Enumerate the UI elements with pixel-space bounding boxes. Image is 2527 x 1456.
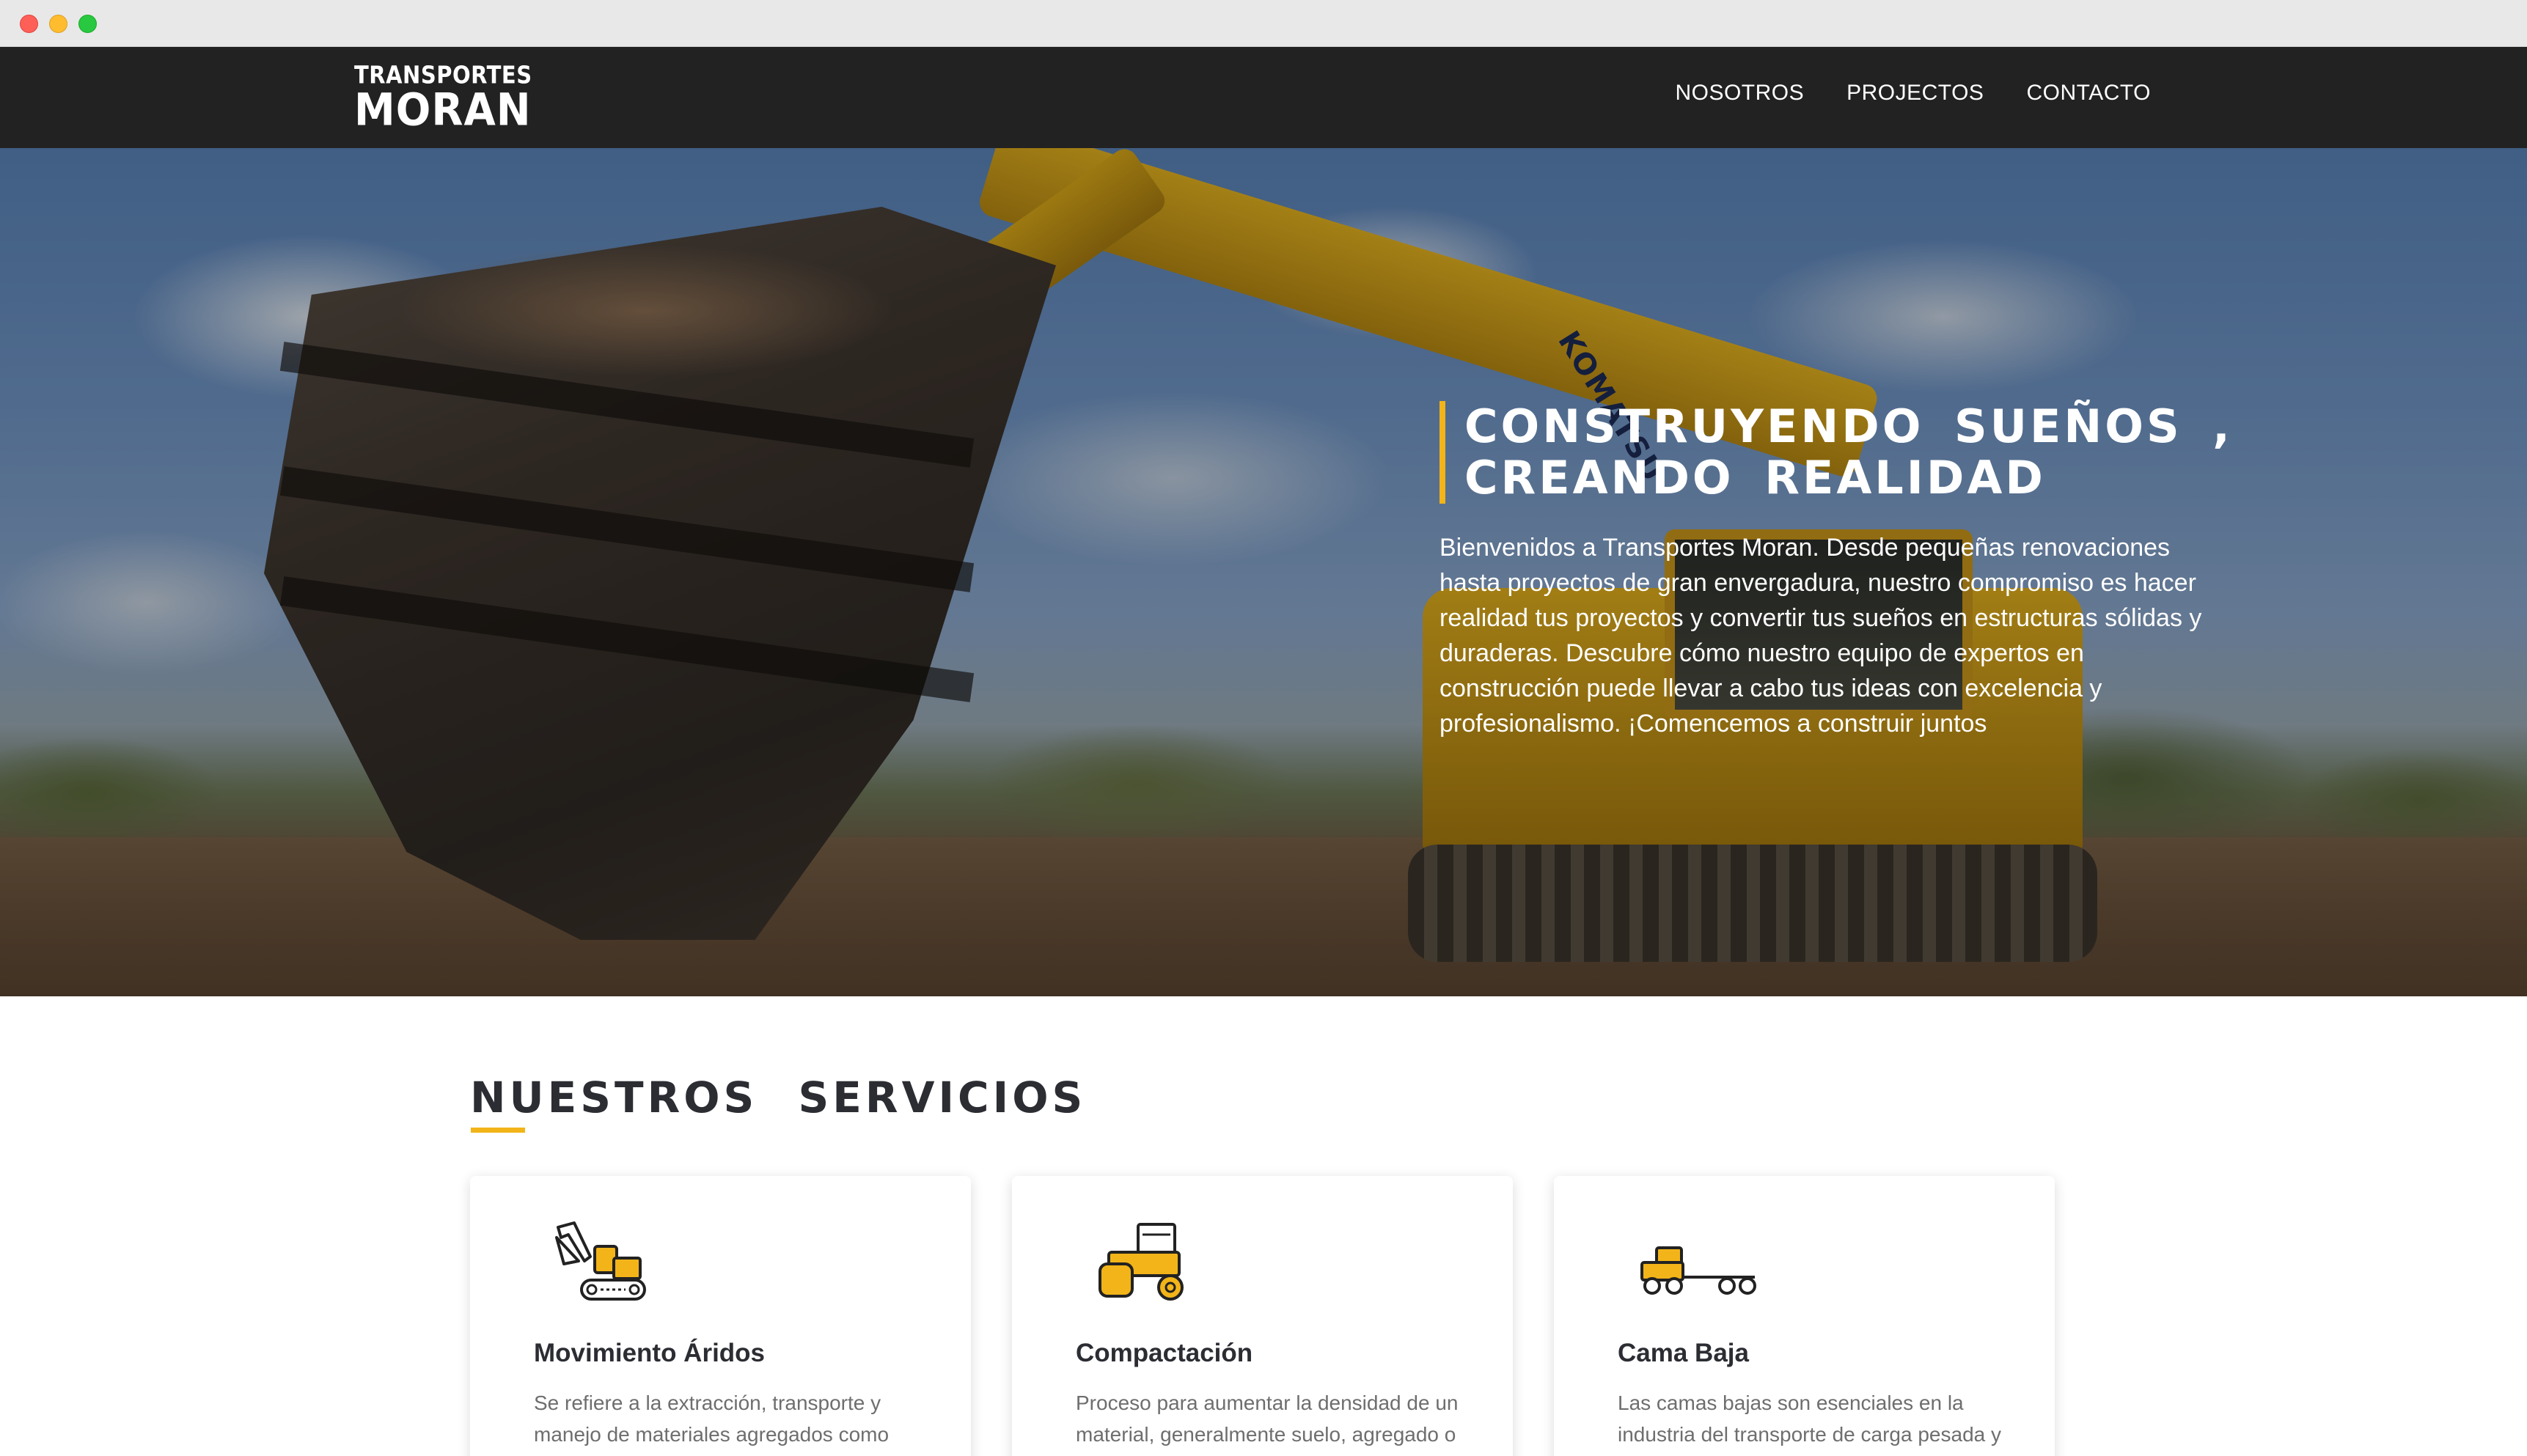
service-card-title: Cama Baja (1618, 1339, 1749, 1367)
hero-title-line-2: CREANDO REALIDAD (1464, 451, 2046, 504)
hero-description: Bienvenidos a Transportes Moran. Desde p… (1439, 534, 2202, 738)
nav-link-contacto[interactable]: CONTACTO (2026, 81, 2151, 106)
service-card-text: Se refiere a la extracción, transporte y… (534, 1391, 890, 1446)
close-window-button[interactable] (20, 15, 38, 33)
nav-link-projectos[interactable]: PROJECTOS (1846, 81, 1984, 106)
service-card-cama-baja[interactable]: Cama Baja Las camas bajas son esenciales… (1554, 1176, 2055, 1456)
service-card-text: Las camas bajas son esenciales en la ind… (1618, 1391, 2001, 1446)
services-heading: NUESTROS SERVICIOS (470, 1073, 1087, 1122)
service-card-title: Movimiento Áridos (534, 1339, 766, 1367)
maximize-window-button[interactable] (78, 15, 97, 33)
service-card-text: Proceso para aumentar la densidad de un … (1076, 1391, 1459, 1446)
service-card-movimiento-aridos[interactable]: Movimiento Áridos Se refiere a la extrac… (470, 1176, 971, 1456)
services-heading-underline (471, 1128, 525, 1133)
browser-titlebar (0, 0, 2527, 47)
lowboy-truck-icon (1636, 1220, 1761, 1309)
services-cards: Movimiento Áridos Se refiere a la extrac… (470, 1176, 2055, 1456)
hero-section: KOMATSU CONSTRUYENDO SUEÑOS , CREANDO RE… (0, 148, 2527, 996)
site-navbar: TRANSPORTES MORAN NOSOTROS PROJECTOS CON… (0, 47, 2527, 148)
road-roller-icon (1094, 1220, 1189, 1309)
hero-title-line-1: CONSTRUYENDO SUEÑOS , (1464, 400, 2233, 453)
service-card-compactacion[interactable]: Compactación Proceso para aumentar la de… (1012, 1176, 1513, 1456)
main-nav: NOSOTROS PROJECTOS CONTACTO (1675, 81, 2151, 106)
service-card-title: Compactación (1076, 1339, 1253, 1367)
hero-title: CONSTRUYENDO SUEÑOS , CREANDO REALIDAD (1439, 401, 2275, 504)
site-logo[interactable]: TRANSPORTES MORAN (354, 60, 532, 136)
logo-top-text: TRANSPORTES (354, 60, 532, 89)
minimize-window-button[interactable] (49, 15, 67, 33)
nav-link-nosotros[interactable]: NOSOTROS (1675, 81, 1804, 106)
excavator-icon (552, 1220, 648, 1309)
hero-content: CONSTRUYENDO SUEÑOS , CREANDO REALIDAD B… (1439, 401, 2275, 741)
logo-bottom-text: MORAN (354, 84, 532, 136)
